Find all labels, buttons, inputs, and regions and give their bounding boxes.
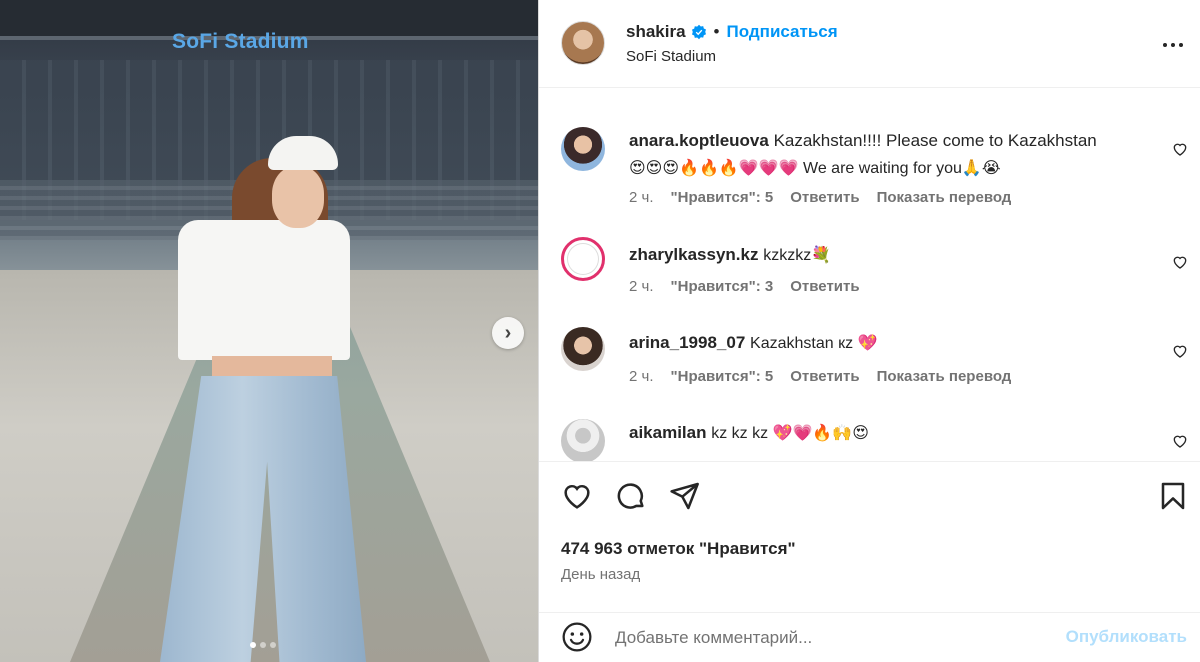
post-photo: SoFi Stadium › xyxy=(0,0,538,662)
carousel-dots xyxy=(250,642,276,648)
comment-username[interactable]: anara.koptleuova xyxy=(629,131,769,150)
comment-meta: 2 ч. "Нравится": 5 Ответить Показать пер… xyxy=(629,189,1011,206)
comment-meta: 2 ч. "Нравится": 3 Ответить xyxy=(629,278,860,295)
post-panel: shakira • Подписаться SoFi Stadium anara… xyxy=(538,0,1200,662)
translate-button[interactable]: Показать перевод xyxy=(877,368,1012,385)
person-shirt xyxy=(178,220,350,360)
heart-icon[interactable] xyxy=(1172,141,1188,157)
carousel-dot-1 xyxy=(250,642,256,648)
comment-time: 2 ч. xyxy=(629,278,654,295)
author-line: shakira • Подписаться xyxy=(626,22,838,42)
reply-button[interactable]: Ответить xyxy=(790,189,859,206)
reply-button[interactable]: Ответить xyxy=(790,278,859,295)
comment-text-line: kzkzkz💐 xyxy=(763,247,832,264)
comment-text: anara.koptleuova Kazakhstan!!!! Please c… xyxy=(629,127,1169,182)
comment-text-line: Kazakhstan кz 💖 xyxy=(750,335,878,352)
like-heart-icon[interactable] xyxy=(561,480,593,512)
comment-text-line: kz kz kz 💖💗🔥🙌😍 xyxy=(711,425,869,442)
comment-text: aikamilan kz kz kz 💖💗🔥🙌😍 xyxy=(629,419,1169,447)
comment-likes[interactable]: "Нравится": 5 xyxy=(671,368,774,385)
author-avatar[interactable] xyxy=(561,21,605,65)
comment-username[interactable]: arina_1998_07 xyxy=(629,333,745,352)
comment-input[interactable] xyxy=(615,623,1055,653)
post-date[interactable]: День назад xyxy=(561,566,640,583)
heart-icon[interactable] xyxy=(1172,343,1188,359)
author-username[interactable]: shakira xyxy=(626,22,686,42)
comment-username[interactable]: zharylkassyn.kz xyxy=(629,245,758,264)
comment-avatar[interactable] xyxy=(561,419,605,461)
verified-badge-icon xyxy=(691,24,706,40)
comment-text: zharylkassyn.kz kzkzkz💐 xyxy=(629,241,1169,269)
share-send-icon[interactable] xyxy=(669,480,701,512)
comment-meta: 2 ч. "Нравится": 5 Ответить Показать пер… xyxy=(629,368,1011,385)
follow-button[interactable]: Подписаться xyxy=(727,22,838,42)
comment-likes[interactable]: "Нравится": 5 xyxy=(671,189,774,206)
comment-username[interactable]: aikamilan xyxy=(629,423,707,442)
publish-button[interactable]: Опубликовать xyxy=(1066,627,1187,647)
comment-composer: Опубликовать xyxy=(539,612,1200,662)
comment-time: 2 ч. xyxy=(629,368,654,385)
carousel-dot-3 xyxy=(270,642,276,648)
person-face xyxy=(272,166,324,228)
carousel-dot-2 xyxy=(260,642,266,648)
heart-icon[interactable] xyxy=(1172,433,1188,449)
comment-avatar[interactable] xyxy=(561,127,605,171)
comment-time: 2 ч. xyxy=(629,189,654,206)
comment-avatar[interactable] xyxy=(561,237,605,281)
carousel-next-button[interactable]: › xyxy=(492,317,524,349)
comment-avatar[interactable] xyxy=(561,327,605,371)
more-options-icon[interactable] xyxy=(1161,33,1185,57)
comment-text: arina_1998_07 Kazakhstan кz 💖 xyxy=(629,329,1169,357)
bookmark-save-icon[interactable] xyxy=(1157,480,1189,512)
chevron-right-icon: › xyxy=(504,322,512,344)
post-location[interactable]: SoFi Stadium xyxy=(626,48,716,65)
comment-text-line: Kazakhstan!!!! Please come to Kazakhstan xyxy=(773,131,1097,150)
comment-likes[interactable]: "Нравится": 3 xyxy=(671,278,774,295)
heart-icon[interactable] xyxy=(1172,254,1188,270)
likes-count[interactable]: 474 963 отметок "Нравится" xyxy=(561,539,796,559)
separator-dot: • xyxy=(713,22,720,41)
post-actions: 474 963 отметок "Нравится" День назад Оп… xyxy=(539,461,1200,662)
comments-list[interactable]: anara.koptleuova Kazakhstan!!!! Please c… xyxy=(539,89,1200,461)
translate-button[interactable]: Показать перевод xyxy=(877,189,1012,206)
emoji-smile-icon[interactable] xyxy=(561,621,593,653)
comment-bubble-icon[interactable] xyxy=(615,480,647,512)
stadium-sign: SoFi Stadium xyxy=(172,30,309,53)
post-header: shakira • Подписаться SoFi Stadium xyxy=(539,0,1200,88)
reply-button[interactable]: Ответить xyxy=(790,368,859,385)
comment-text-line: 😍😍😍🔥🔥🔥💗💗💗 We are waiting for you🙏😭 xyxy=(629,160,1001,177)
